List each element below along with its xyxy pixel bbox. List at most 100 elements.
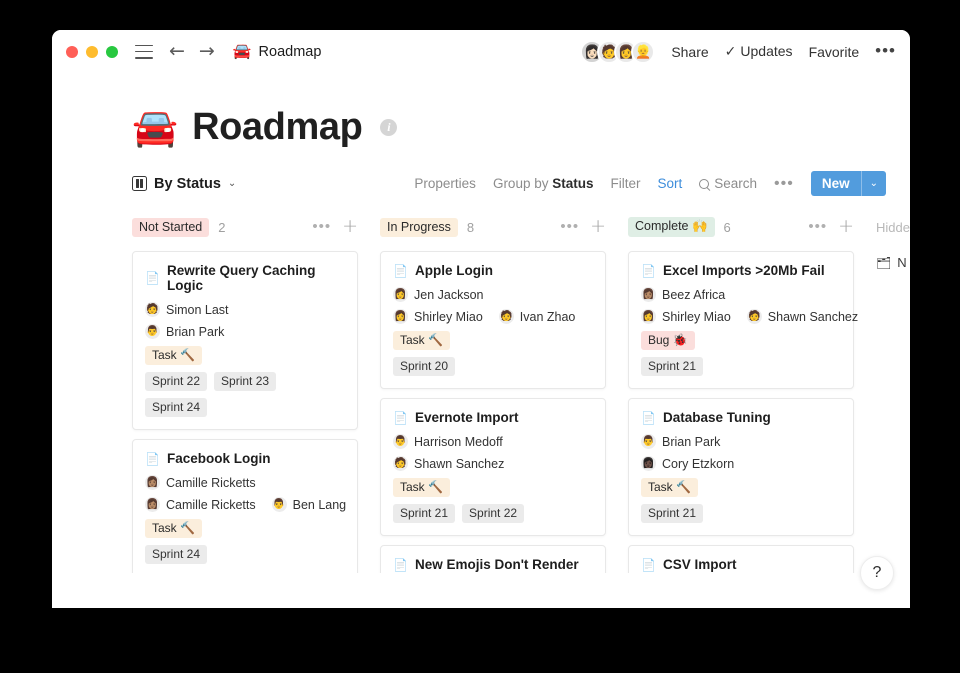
minimize-window-button[interactable] [86,46,98,58]
help-button[interactable]: ? [860,556,894,590]
card-title: CSV Import [663,557,737,572]
filter-button[interactable]: Filter [610,176,640,191]
card-person-row: 👩 Shirley Miao 🧑 Ivan Zhao [393,309,593,324]
avatar: 👩 [393,287,408,302]
card-title: Rewrite Query Caching Logic [167,263,345,293]
card-sprints: Sprint 21 [641,357,841,376]
updates-button[interactable]: ✓Updates [725,43,793,60]
avatar: 🧑 [393,456,408,471]
column-add-icon[interactable]: + [590,219,606,234]
card-title: Database Tuning [663,410,771,425]
more-options-icon[interactable]: ••• [875,46,896,56]
board-card[interactable]: 📄 Facebook Login 👩🏽 Camille Ricketts � [132,439,358,573]
card-title-row: 📄 New Emojis Don't Render [393,557,593,572]
sidebar-toggle-icon[interactable] [135,45,153,59]
board-card[interactable]: 📄 Evernote Import 👨 Harrison Medoff 🧑 [380,398,606,536]
close-window-button[interactable] [66,46,78,58]
sort-button[interactable]: Sort [657,176,682,191]
card-title-row: 📄 Excel Imports >20Mb Fail [641,263,841,278]
check-icon: ✓ [725,44,737,60]
person: 👩🏽 Camille Ricketts [145,475,256,490]
card-tags: Task 🔨 [145,346,345,365]
document-icon: 📄 [641,559,656,571]
column-actions: ••• + [560,219,606,234]
collaborator-avatars[interactable]: 👩🏻 🧑 👩 👱 [580,40,655,64]
forward-arrow-icon[interactable]: → [199,42,215,61]
board-card[interactable]: 📄 New Emojis Don't Render 👩🏽 Camille Ric… [380,545,606,573]
column-count: 8 [467,220,474,235]
favorite-button[interactable]: Favorite [809,44,860,60]
card-title-row: 📄 Evernote Import [393,410,593,425]
person-name: Camille Ricketts [166,476,256,490]
board-card[interactable]: 📄 Excel Imports >20Mb Fail 👩🏽 Beez Afric… [628,251,854,389]
search-icon [699,179,709,189]
info-icon[interactable]: i [380,119,397,136]
window-controls [66,46,118,58]
tab-by-status[interactable]: By Status ⌄ [132,176,236,192]
person: 👨 Ben Lang [272,497,347,512]
person-name: Shirley Miao [662,310,731,324]
person-name: Camille Ricketts [166,498,256,512]
properties-button[interactable]: Properties [414,176,476,191]
hidden-column-card[interactable]: 🗂 N [876,255,910,270]
column-actions: ••• + [312,219,358,234]
column-count: 2 [218,220,225,235]
new-button[interactable]: New ⌄ [811,171,886,196]
title-bar: ← → 🚘 Roadmap 👩🏻 🧑 👩 👱 Share ✓Updates Fa… [52,30,910,73]
search-button[interactable]: Search [699,176,757,191]
avatar: 👩🏽 [641,287,656,302]
person-name: Shawn Sanchez [768,310,858,324]
group-by-button[interactable]: Group by Status [493,176,594,191]
column-cards: 📄 Excel Imports >20Mb Fail 👩🏽 Beez Afric… [628,241,876,573]
person: 🧑 Shawn Sanchez [393,456,504,471]
sprint-badge: Sprint 22 [462,504,524,523]
sprint-badge: Sprint 20 [393,357,455,376]
board-column-not-started: Not Started 2 ••• + 📄 Rewrite Query Cach… [132,213,380,573]
person-name: Shirley Miao [414,310,483,324]
page-car-emoji-icon[interactable]: 🚘 [132,109,178,146]
page-title[interactable]: Roadmap [192,106,362,149]
page-title-row: 🚘 Roadmap i [52,73,910,149]
person: 🧑 Shawn Sanchez [747,309,858,324]
person-name: Cory Etzkorn [662,457,734,471]
column-add-icon[interactable]: + [838,219,854,234]
board-column-hidden: Hidden 🗂 N [876,213,910,573]
card-person-row: 👩🏽 Beez Africa [641,287,841,302]
board-card[interactable]: 📄 Rewrite Query Caching Logic 🧑 Simon La… [132,251,358,430]
column-more-icon[interactable]: ••• [560,223,579,231]
type-badge: Task 🔨 [145,346,202,365]
card-sprints: Sprint 22 Sprint 23 Sprint 24 [145,372,345,417]
avatar: 👱 [631,40,655,64]
sprint-badge: Sprint 21 [393,504,455,523]
person: 👩 Shirley Miao [393,309,483,324]
document-icon: 📄 [641,412,656,424]
board-card[interactable]: 📄 Apple Login 👩 Jen Jackson 👩 [380,251,606,389]
column-add-icon[interactable]: + [342,219,358,234]
card-tags: Task 🔨 [393,478,593,497]
toolbar-more-icon[interactable]: ••• [774,180,794,188]
breadcrumb[interactable]: 🚘 Roadmap [233,44,322,60]
document-icon: 📄 [145,453,160,465]
card-person-row: 👨 Brian Park [641,434,841,449]
maximize-window-button[interactable] [106,46,118,58]
card-title-row: 📄 CSV Import [641,557,841,572]
card-person-row: 👨 Brian Park [145,324,345,339]
column-more-icon[interactable]: ••• [808,223,827,231]
card-person-row: 👩 Shirley Miao 🧑 Shawn Sanchez [641,309,841,324]
board-card[interactable]: 📄 CSV Import 👨 Brian Park 👨 [628,545,854,573]
sprint-badge: Sprint 23 [214,372,276,391]
share-button[interactable]: Share [671,44,708,60]
title-bar-actions: 👩🏻 🧑 👩 👱 Share ✓Updates Favorite ••• [580,40,896,64]
board-card[interactable]: 📄 Database Tuning 👨 Brian Park 👩🏿 [628,398,854,536]
column-more-icon[interactable]: ••• [312,223,331,231]
avatar: 👩🏽 [145,497,160,512]
status-badge: Complete 🙌 [628,217,715,237]
person-name: Simon Last [166,303,229,317]
page-content: 🚘 Roadmap i By Status ⌄ Properties Group… [52,73,910,608]
card-tags: Task 🔨 [145,519,345,538]
avatar: 👩 [641,309,656,324]
back-arrow-icon[interactable]: ← [169,42,185,61]
card-title: Apple Login [415,263,493,278]
person: 👩🏽 Beez Africa [641,287,725,302]
new-button-chevron-down-icon[interactable]: ⌄ [862,178,886,189]
